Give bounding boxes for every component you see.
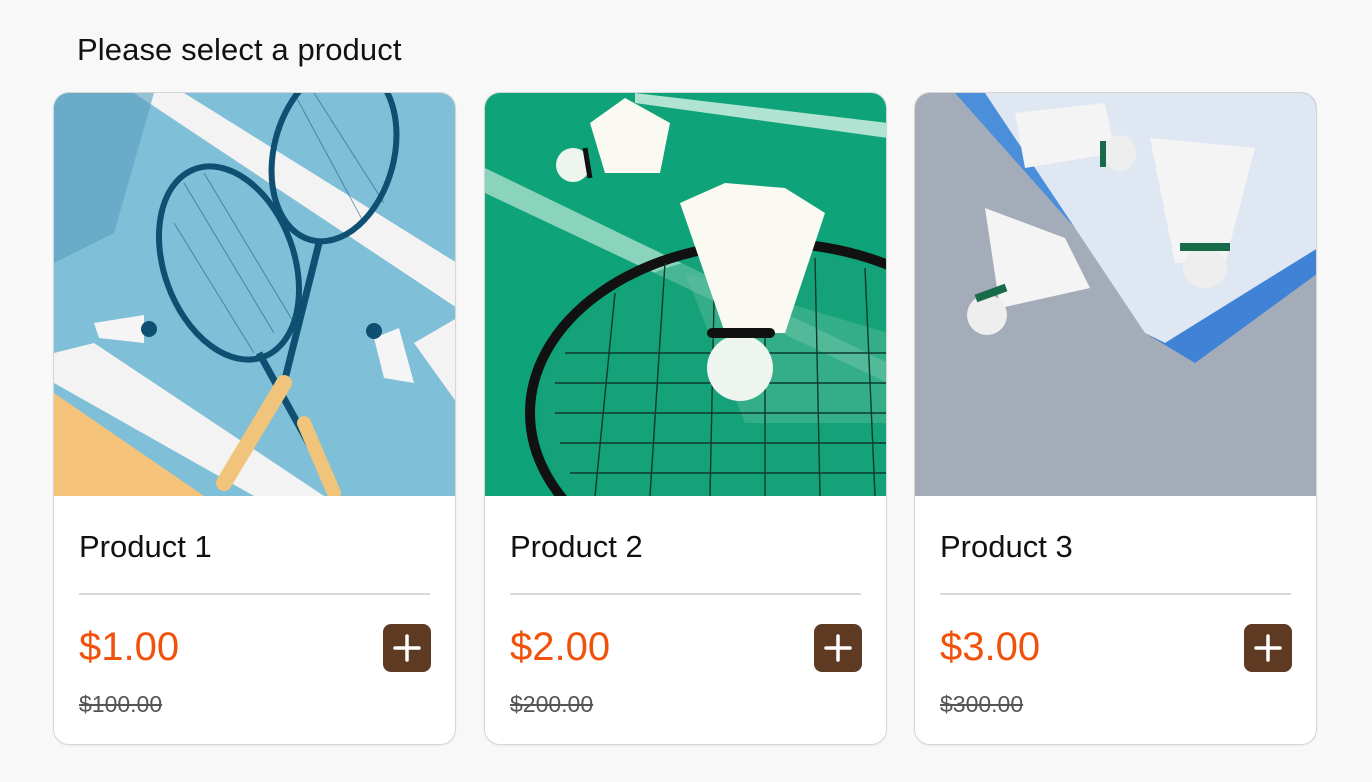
divider [940,593,1291,595]
product-image [915,93,1316,496]
divider [510,593,861,595]
plus-icon [1254,634,1282,662]
original-price: $300.00 [940,691,1024,717]
price: $3.00 [940,625,1041,669]
divider [79,593,430,595]
product-image [485,93,886,496]
original-price: $200.00 [510,691,594,717]
original-price: $100.00 [79,691,163,717]
add-to-cart-button[interactable] [1244,624,1292,672]
add-to-cart-button[interactable] [383,624,431,672]
product-name: Product 2 [510,529,643,564]
plus-icon [393,634,421,662]
page-title: Please select a product [77,32,402,67]
price: $1.00 [79,625,180,669]
product-name: Product 1 [79,529,212,564]
add-to-cart-button[interactable] [814,624,862,672]
plus-icon [824,634,852,662]
product-card[interactable]: Product 1 $1.00 $100.00 [53,92,456,745]
product-card[interactable]: Product 2 $2.00 $200.00 [484,92,887,745]
price: $2.00 [510,625,611,669]
product-card[interactable]: Product 3 $3.00 $300.00 [914,92,1317,745]
product-image [54,93,455,496]
product-name: Product 3 [940,529,1073,564]
